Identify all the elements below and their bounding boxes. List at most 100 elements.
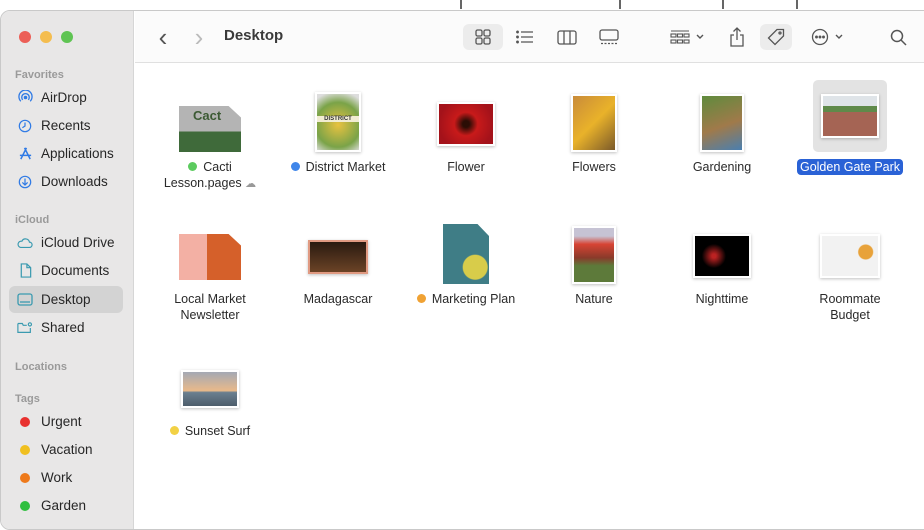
applications-icon	[17, 146, 33, 162]
file-name: District Market	[305, 160, 386, 174]
section-tags: Tags	[15, 393, 40, 405]
back-button[interactable]: ‹	[153, 21, 173, 52]
sidebar-tag-work[interactable]: Work	[9, 464, 123, 491]
callout-line	[796, 0, 798, 9]
file-item[interactable]: Flowers	[530, 80, 658, 175]
column-view-button[interactable]	[551, 24, 583, 50]
file-item[interactable]: Roommate Budget	[786, 212, 914, 323]
section-locations: Locations	[15, 361, 67, 373]
file-name: Madagascar	[303, 292, 373, 306]
file-name: Lesson.pages	[163, 176, 242, 190]
sidebar-item-label: Recents	[41, 118, 91, 133]
chevron-left-icon: ‹	[158, 21, 168, 52]
file-thumbnail	[173, 344, 247, 416]
callout-line	[722, 0, 724, 9]
file-item[interactable]: Cact Cacti Lesson.pages ☁	[146, 80, 274, 192]
file-item[interactable]: Sunset Surf	[146, 344, 274, 439]
sidebar-item-label: Urgent	[41, 414, 82, 429]
sidebar-item-icloud-drive[interactable]: iCloud Drive	[9, 229, 123, 256]
sidebar-item-label: iCloud Drive	[41, 235, 115, 250]
cloud-icon	[17, 235, 33, 251]
chevron-down-icon	[835, 34, 842, 39]
sidebar-item-label: Desktop	[41, 292, 91, 307]
shared-folder-icon	[17, 320, 33, 336]
ellipsis-circle-icon	[811, 28, 828, 46]
file-item[interactable]: Madagascar	[274, 212, 402, 307]
file-thumbnail	[813, 212, 887, 284]
sidebar-item-recents[interactable]: Recents	[9, 112, 123, 139]
sidebar-item-shared[interactable]: Shared	[9, 314, 123, 341]
document-icon	[17, 263, 33, 279]
file-name: Golden Gate Park	[796, 159, 904, 175]
sidebar-item-label: Downloads	[41, 174, 108, 189]
sidebar-item-airdrop[interactable]: AirDrop	[9, 84, 123, 111]
search-button[interactable]	[885, 24, 911, 50]
tag-dot-green	[188, 162, 198, 171]
sidebar-item-downloads[interactable]: Downloads	[9, 168, 123, 195]
search-icon	[890, 29, 907, 46]
zoom-button[interactable]	[61, 31, 73, 43]
sidebar-item-applications[interactable]: Applications	[9, 140, 123, 167]
list-icon	[516, 30, 533, 44]
more-actions-button[interactable]	[805, 24, 849, 50]
sidebar: Favorites AirDrop Recents Applications D…	[1, 11, 134, 529]
list-view-button[interactable]	[509, 24, 541, 50]
toolbar: ‹ › Desktop	[135, 11, 924, 63]
sidebar-item-label: Work	[41, 470, 73, 485]
sidebar-item-label: Vacation	[41, 442, 93, 457]
gallery-icon	[599, 29, 619, 45]
tag-icon	[767, 28, 785, 46]
sidebar-item-desktop[interactable]: Desktop	[9, 286, 123, 313]
sidebar-item-label: Garden	[41, 498, 87, 513]
tag-color-dot	[20, 472, 30, 483]
file-item[interactable]: Marketing Plan	[402, 212, 530, 307]
close-button[interactable]	[19, 31, 31, 43]
airdrop-icon	[17, 90, 33, 106]
file-grid: Cact Cacti Lesson.pages ☁ DISTRICT Distri…	[135, 64, 924, 529]
file-name: Sunset Surf	[184, 424, 251, 438]
sidebar-tag-garden[interactable]: Garden	[9, 492, 123, 519]
chevron-right-icon: ›	[194, 21, 204, 52]
file-name: Nighttime	[695, 292, 749, 306]
callout-line	[619, 0, 621, 9]
file-item[interactable]: Flower	[402, 80, 530, 175]
group-by-button[interactable]	[665, 24, 709, 50]
file-name: Cacti	[203, 160, 232, 174]
columns-icon	[557, 29, 577, 45]
clock-icon	[17, 118, 33, 134]
tags-button[interactable]	[760, 24, 792, 50]
file-thumbnail	[685, 212, 759, 284]
share-button[interactable]	[724, 24, 750, 50]
file-thumbnail	[557, 212, 631, 284]
minimize-button[interactable]	[40, 31, 52, 43]
file-item[interactable]: Gardening	[658, 80, 786, 175]
tag-color-dot	[20, 416, 30, 427]
icloud-download-icon[interactable]: ☁	[245, 178, 256, 190]
file-item[interactable]: DISTRICT District Market	[274, 80, 402, 175]
icon-view-button[interactable]	[463, 24, 503, 50]
file-name: Flowers	[572, 160, 616, 174]
file-item[interactable]: Nighttime	[658, 212, 786, 307]
sidebar-item-label: Applications	[41, 146, 114, 161]
file-item[interactable]: Local Market Newsletter	[146, 212, 274, 323]
file-name: Roommate	[819, 292, 881, 306]
window-title: Desktop	[224, 27, 284, 44]
file-thumbnail	[685, 80, 759, 152]
file-item-selected[interactable]: Golden Gate Park	[786, 80, 914, 175]
file-name: Newsletter	[180, 308, 240, 322]
tag-dot-orange	[416, 294, 426, 303]
forward-button[interactable]: ›	[189, 21, 209, 52]
file-name: Nature	[575, 292, 613, 306]
gallery-view-button[interactable]	[593, 24, 625, 50]
tag-color-dot	[20, 500, 30, 511]
file-thumbnail	[173, 212, 247, 284]
grid-icon	[475, 29, 491, 45]
file-name: Budget	[830, 308, 870, 322]
sidebar-tag-urgent[interactable]: Urgent	[9, 408, 123, 435]
tag-color-dot	[20, 444, 30, 455]
sidebar-item-documents[interactable]: Documents	[9, 257, 123, 284]
file-thumbnail	[557, 80, 631, 152]
share-icon	[730, 27, 744, 47]
file-item[interactable]: Nature	[530, 212, 658, 307]
sidebar-tag-vacation[interactable]: Vacation	[9, 436, 123, 463]
